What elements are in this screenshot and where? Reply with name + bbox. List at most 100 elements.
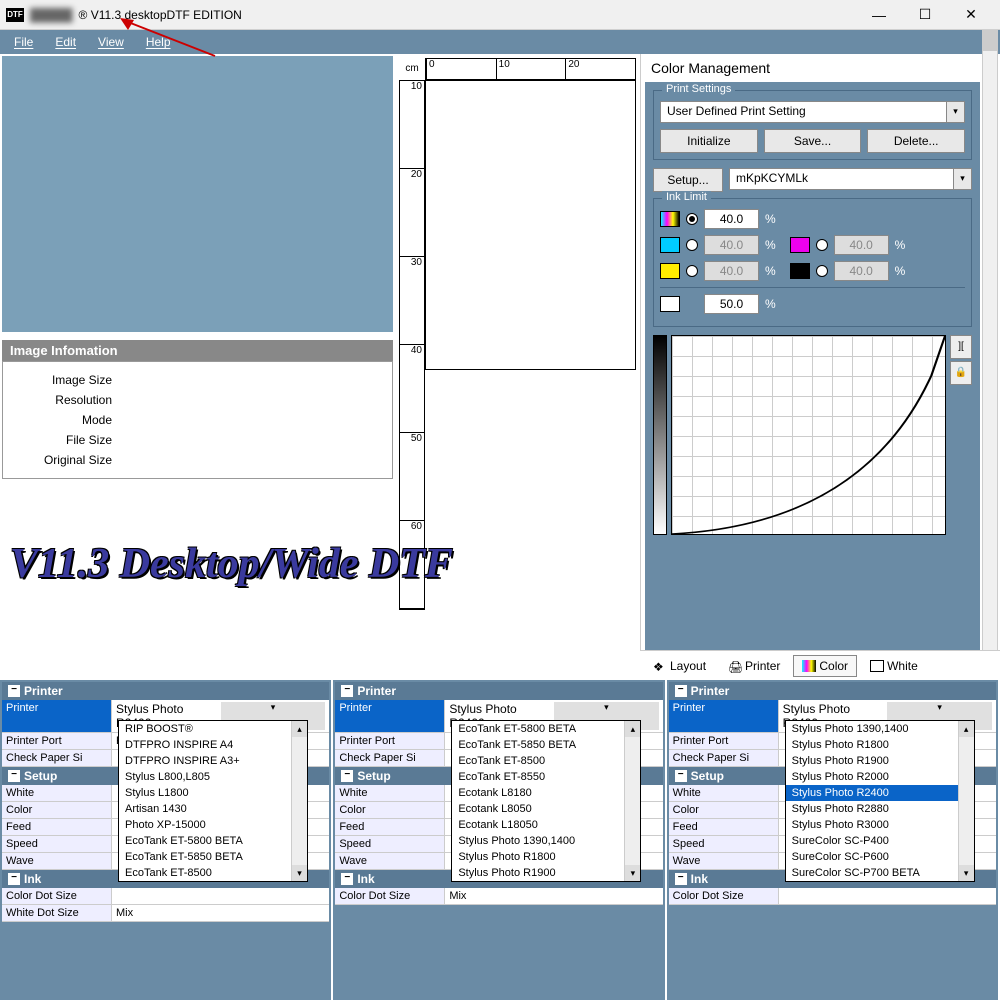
dropdown-option[interactable]: SureColor SC-P400 [786, 833, 974, 849]
menu-edit[interactable]: Edit [45, 33, 86, 51]
print-setting-select[interactable]: User Defined Print Setting▾ [660, 101, 965, 123]
setup-button[interactable]: Setup... [653, 168, 723, 192]
ink-magenta-input[interactable]: 40.0 [834, 235, 889, 255]
ink-magenta-radio[interactable] [816, 239, 828, 251]
chevron-down-icon[interactable]: ▾ [953, 169, 971, 189]
layout-icon: ❖ [653, 660, 667, 672]
ruler-vertical: 102030405060 [399, 80, 425, 610]
ink-black-input[interactable]: 40.0 [834, 261, 889, 281]
tab-printer[interactable]: 🖨Printer [719, 655, 789, 677]
dropdown-option[interactable]: Stylus Photo R1800 [786, 737, 974, 753]
dropdown-option[interactable]: EcoTank ET-5800 BETA [119, 833, 307, 849]
info-resolution: Resolution [3, 390, 392, 410]
printer-dropdown-1[interactable]: RIP BOOST®DTFPRO INSPIRE A4DTFPRO INSPIR… [118, 720, 308, 882]
dropdown-option[interactable]: EcoTank ET-5800 BETA [452, 721, 640, 737]
dropdown-option[interactable]: EcoTank ET-5850 BETA [119, 849, 307, 865]
ink-white-input[interactable]: 50.0 [704, 294, 759, 314]
curve-bracket-button[interactable]: ][ [950, 335, 972, 359]
dropdown-option[interactable]: Stylus Photo 1390,1400 [452, 833, 640, 849]
dropdown-option[interactable]: EcoTank ET-8550 [452, 769, 640, 785]
info-image-size: Image Size [3, 370, 392, 390]
printer-icon: 🖨 [728, 660, 742, 672]
image-info-header: Image Infomation [2, 340, 393, 361]
ink-cyan-radio[interactable] [686, 239, 698, 251]
color-icon [802, 660, 816, 672]
dropdown-option[interactable]: SureColor SC-P700 BETA [786, 865, 974, 881]
curve-lock-button[interactable]: 🔒 [950, 361, 972, 385]
scroll-up-icon[interactable]: ▴ [625, 721, 640, 737]
save-button[interactable]: Save... [764, 129, 862, 153]
delete-button[interactable]: Delete... [867, 129, 965, 153]
dropdown-option[interactable]: EcoTank ET-5850 BETA [452, 737, 640, 753]
image-info-body: Image Size Resolution Mode File Size Ori… [2, 361, 393, 479]
scroll-up-icon[interactable]: ▴ [959, 721, 974, 737]
white-icon [870, 660, 884, 672]
titlebar: DTF █████ ® V11.3 desktopDTF EDITION — ☐… [0, 0, 1000, 30]
dropdown-option[interactable]: Stylus Photo R1800 [452, 849, 640, 865]
scroll-down-icon[interactable]: ▾ [959, 865, 974, 881]
dropdown-option[interactable]: Stylus Photo R1900 [786, 753, 974, 769]
dropdown-option[interactable]: Stylus L1800 [119, 785, 307, 801]
tab-white[interactable]: White [861, 655, 927, 677]
yellow-swatch-icon [660, 263, 680, 279]
image-preview [2, 56, 393, 332]
dropdown-option[interactable]: DTFPRO INSPIRE A3+ [119, 753, 307, 769]
dropdown-option[interactable]: Stylus Photo R3000 [786, 817, 974, 833]
dropdown-option[interactable]: Stylus Photo R1900 [452, 865, 640, 881]
ink-yellow-radio[interactable] [686, 265, 698, 277]
dropdown-option[interactable]: Stylus Photo 1390,1400 [786, 721, 974, 737]
scroll-up-icon[interactable]: ▴ [292, 721, 307, 737]
dropdown-option[interactable]: DTFPRO INSPIRE A4 [119, 737, 307, 753]
ruler-horizontal: 01020 [425, 58, 636, 80]
info-original-size: Original Size [3, 450, 392, 470]
printer-dropdown-2[interactable]: EcoTank ET-5800 BETAEcoTank ET-5850 BETA… [451, 720, 641, 882]
info-mode: Mode [3, 410, 392, 430]
dropdown-option[interactable]: Ecotank L18050 [452, 817, 640, 833]
app-logo-icon: DTF [6, 8, 24, 22]
tab-layout[interactable]: ❖Layout [644, 655, 715, 677]
ink-yellow-input[interactable]: 40.0 [704, 261, 759, 281]
printer-group-header[interactable]: −Printer [669, 682, 996, 700]
dropdown-option[interactable]: Stylus Photo R2000 [786, 769, 974, 785]
ink-global-input[interactable]: 40.0 [704, 209, 759, 229]
dropdown-option[interactable]: EcoTank ET-8500 [119, 865, 307, 881]
maximize-button[interactable]: ☐ [902, 0, 948, 30]
ink-black-radio[interactable] [816, 265, 828, 277]
dropdown-option[interactable]: RIP BOOST® [119, 721, 307, 737]
printer-group-header[interactable]: −Printer [335, 682, 662, 700]
property-panel-3: −Printer PrinterStylus Photo R2400▾ Prin… [667, 680, 1000, 1000]
dropdown-option[interactable]: Stylus Photo R2880 [786, 801, 974, 817]
curve-editor[interactable] [671, 335, 946, 535]
dropdown-option[interactable]: EcoTank ET-8500 [452, 753, 640, 769]
dropdown-option[interactable]: Artisan 1430 [119, 801, 307, 817]
ruler-unit: cm [399, 58, 425, 80]
dropdown-option[interactable]: Stylus L800,L805 [119, 769, 307, 785]
scroll-down-icon[interactable]: ▾ [625, 865, 640, 881]
menu-file[interactable]: File [4, 33, 43, 51]
printer-dropdown-3[interactable]: Stylus Photo 1390,1400Stylus Photo R1800… [785, 720, 975, 882]
dropdown-option[interactable]: Ecotank L8050 [452, 801, 640, 817]
printer-group-header[interactable]: −Printer [2, 682, 329, 700]
black-swatch-icon [790, 263, 810, 279]
minimize-button[interactable]: — [856, 0, 902, 30]
channel-select[interactable]: mKpKCYMLk▾ [729, 168, 972, 190]
ink-cyan-input[interactable]: 40.0 [704, 235, 759, 255]
ink-limit-group: Ink Limit 40.0 % 40.0% 40.0% [653, 198, 972, 327]
overlay-caption: V11.3 Desktop/Wide DTF [10, 540, 453, 588]
menubar: File Edit View Help [0, 30, 1000, 54]
close-button[interactable]: ✕ [948, 0, 994, 30]
menu-view[interactable]: View [88, 33, 134, 51]
dropdown-option[interactable]: Photo XP-15000 [119, 817, 307, 833]
initialize-button[interactable]: Initialize [660, 129, 758, 153]
tab-color[interactable]: Color [793, 655, 857, 677]
dropdown-option[interactable]: Stylus Photo R2400 [786, 785, 974, 801]
menu-help[interactable]: Help [136, 33, 181, 51]
info-file-size: File Size [3, 430, 392, 450]
scroll-down-icon[interactable]: ▾ [292, 865, 307, 881]
chevron-down-icon[interactable]: ▾ [946, 102, 964, 122]
dropdown-option[interactable]: SureColor SC-P600 [786, 849, 974, 865]
canvas-page[interactable] [425, 80, 636, 370]
print-settings-group: Print Settings User Defined Print Settin… [653, 90, 972, 160]
dropdown-option[interactable]: Ecotank L8180 [452, 785, 640, 801]
ink-global-radio[interactable] [686, 213, 698, 225]
